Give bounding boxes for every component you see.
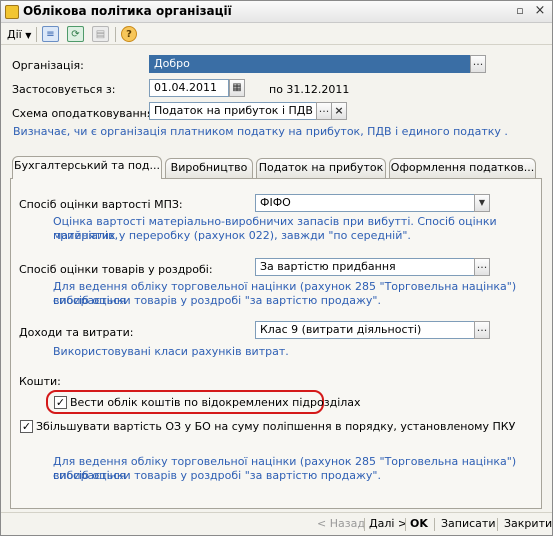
button-separator — [364, 518, 365, 531]
tab-income-tax[interactable]: Податок на прибуток — [256, 158, 386, 178]
tax-scheme-field[interactable]: Податок на прибуток і ПДВ — [149, 102, 317, 120]
close-button[interactable]: Закрити — [504, 517, 552, 530]
tab-accounting[interactable]: Бухгалтерський та под... — [12, 156, 162, 179]
toolbar-separator — [115, 27, 116, 42]
button-separator — [405, 518, 406, 531]
retail-select-button[interactable]: ... — [474, 258, 490, 276]
ok-button[interactable]: OK — [410, 517, 428, 530]
applies-from-label: Застосовується з: — [12, 83, 116, 96]
divisions-checkbox[interactable]: ✓ — [54, 396, 67, 409]
retail-hint-line2: спосіб оцінки товарів у роздробі "за вар… — [53, 294, 381, 307]
mpz-hint-line2: прийнятих у переробку (рахунок 022), зав… — [53, 229, 411, 242]
button-separator — [497, 518, 498, 531]
restore-icon[interactable]: ▫ — [512, 4, 528, 20]
applies-from-date-field[interactable]: 01.04.2011 — [149, 79, 229, 97]
tax-scheme-select-button[interactable]: ... — [316, 102, 332, 120]
clear-icon[interactable]: × — [331, 102, 347, 120]
title-bar: Облікова політика організації ▫ × — [1, 1, 552, 23]
organization-field[interactable]: Добро — [149, 55, 471, 73]
income-expenses-label: Доходи та витрати: — [19, 326, 134, 339]
dialog-window: Облікова політика організації ▫ × Дії ▼ … — [0, 0, 553, 536]
calendar-icon[interactable]: ▦ — [229, 79, 245, 97]
help-icon[interactable]: ? — [121, 26, 137, 42]
tax-scheme-hint: Визначає, чи є організація платником под… — [13, 125, 508, 138]
actions-menu-button[interactable]: Дії ▼ — [7, 26, 31, 43]
retail-valuation-label: Спосіб оцінки товарів у роздробі: — [19, 263, 213, 276]
funds-label: Кошти: — [19, 375, 61, 388]
app-icon — [5, 5, 19, 19]
structure-icon[interactable]: ≡ — [42, 26, 59, 42]
divisions-checkbox-label: Вести облік коштів по відокремлених підр… — [70, 396, 361, 409]
income-select-button[interactable]: ... — [474, 321, 490, 339]
income-hint: Використовувані класи рахунків витрат. — [53, 345, 289, 358]
actions-label: Дії — [7, 28, 22, 41]
toolbar-separator — [36, 27, 37, 42]
retail-valuation-field[interactable]: За вартістю придбання — [255, 258, 475, 276]
next-button[interactable]: Далі > — [369, 517, 407, 530]
income-expenses-field[interactable]: Клас 9 (витрати діяльності) — [255, 321, 475, 339]
dropdown-arrow-icon: ▼ — [25, 31, 32, 40]
refresh-icon[interactable]: ⟳ — [67, 26, 84, 42]
tax-scheme-label: Схема оподатковування: — [12, 107, 158, 120]
organization-label: Організація: — [12, 59, 84, 72]
increase-cost-checkbox-label: Збільшувати вартість ОЗ у БО на суму пол… — [36, 420, 516, 433]
tab-tax-documents[interactable]: Оформлення податков... — [389, 158, 536, 178]
tab-production[interactable]: Виробництво — [165, 158, 253, 178]
close-icon[interactable]: × — [532, 4, 548, 20]
bottom-bar: < Назад Далі > OK Записати Закрити — [1, 512, 552, 535]
organization-select-button[interactable]: ... — [470, 55, 486, 73]
save-button[interactable]: Записати — [441, 517, 495, 530]
document-icon[interactable]: ▤ — [92, 26, 109, 42]
applies-until-text: по 31.12.2011 — [269, 83, 350, 96]
toolbar: Дії ▼ ≡ ⟳ ▤ ? — [1, 23, 552, 45]
bottom-hint-line2: спосіб оцінки товарів у роздробі "за вар… — [53, 469, 381, 482]
mpz-valuation-label: Спосіб оцінки вартості МПЗ: — [19, 198, 183, 211]
window-title: Облікова політика організації — [23, 4, 232, 18]
increase-cost-checkbox[interactable]: ✓ — [20, 420, 33, 433]
button-separator — [434, 518, 435, 531]
mpz-valuation-field[interactable]: ФІФО — [255, 194, 475, 212]
mpz-dropdown-arrow-icon[interactable]: ▼ — [474, 194, 490, 212]
back-button[interactable]: < Назад — [317, 517, 365, 530]
